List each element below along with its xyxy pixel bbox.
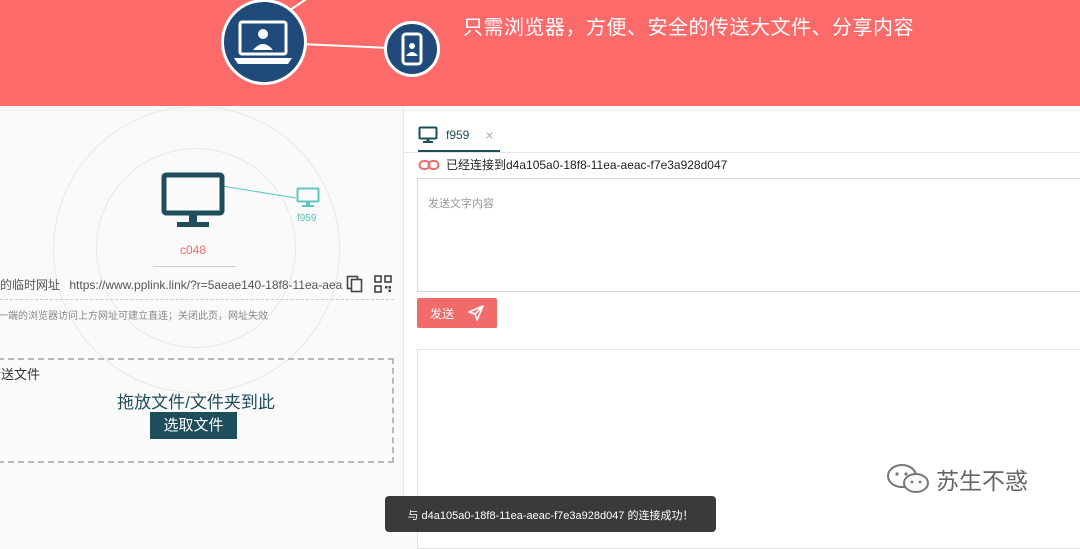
- peer-device-name: f959: [297, 213, 317, 224]
- watermark-text: 苏生不惑: [936, 468, 1028, 494]
- link-icon: [418, 159, 440, 170]
- close-icon[interactable]: ×: [485, 127, 493, 143]
- device-panel: c048 f959 我的临时网址 https://www.pplink.link…: [0, 106, 404, 528]
- share-url-label: 我的临时网址: [0, 278, 61, 292]
- banner-slogan: 只需浏览器，方便、安全的传送大文件、分享内容: [463, 17, 914, 39]
- watermark: 苏生不惑: [886, 462, 1028, 496]
- host-device-name: c048: [180, 243, 207, 257]
- drop-zone-text: 拖放文件/文件夹到此: [117, 393, 275, 412]
- drop-zone-title: 传送文件: [0, 367, 41, 382]
- monitor-icon: [418, 126, 438, 143]
- copy-icon[interactable]: [346, 275, 364, 293]
- host-name-underline: [153, 266, 236, 267]
- file-drop-zone[interactable]: 传送文件 拖放文件/文件夹到此 选取文件: [0, 358, 394, 463]
- tab-peer-label: f959: [446, 128, 470, 142]
- share-url-row: 我的临时网址 https://www.pplink.link/?r=5aeae1…: [0, 276, 342, 293]
- host-monitor-icon: [161, 172, 225, 232]
- share-url-value[interactable]: https://www.pplink.link/?r=5aeae140-18f8…: [69, 278, 342, 292]
- tab-peer[interactable]: f959 ×: [418, 120, 494, 150]
- share-divider: [0, 299, 394, 300]
- share-hint: 另一端的浏览器访问上方网址可建立直连；关闭此页，网址失效: [0, 311, 268, 322]
- tabs-divider: [404, 152, 1080, 153]
- connection-status-text: 已经连接到d4a105a0-18f8-11ea-aeac-f7e3a928d04…: [446, 158, 728, 172]
- qrcode-icon[interactable]: [374, 275, 392, 293]
- pick-file-button[interactable]: 选取文件: [150, 412, 237, 439]
- send-button[interactable]: 发送: [417, 298, 497, 328]
- phone-avatar-icon: [384, 21, 440, 77]
- wechat-icon: [887, 464, 929, 493]
- connection-status: 已经连接到d4a105a0-18f8-11ea-aeac-f7e3a928d04…: [418, 156, 727, 173]
- laptop-avatar-icon: [221, 0, 307, 85]
- send-button-label: 发送: [429, 306, 454, 321]
- connection-toast: 与 d4a105a0-18f8-11ea-aeac-f7e3a928d047 的…: [385, 496, 716, 532]
- send-icon: [468, 305, 484, 321]
- hero-banner: 只需浏览器，方便、安全的传送大文件、分享内容: [0, 0, 1080, 106]
- peer-monitor-icon[interactable]: [296, 187, 320, 209]
- message-placeholder: 发送文字内容: [428, 198, 494, 210]
- message-input[interactable]: 发送文字内容: [417, 178, 1080, 292]
